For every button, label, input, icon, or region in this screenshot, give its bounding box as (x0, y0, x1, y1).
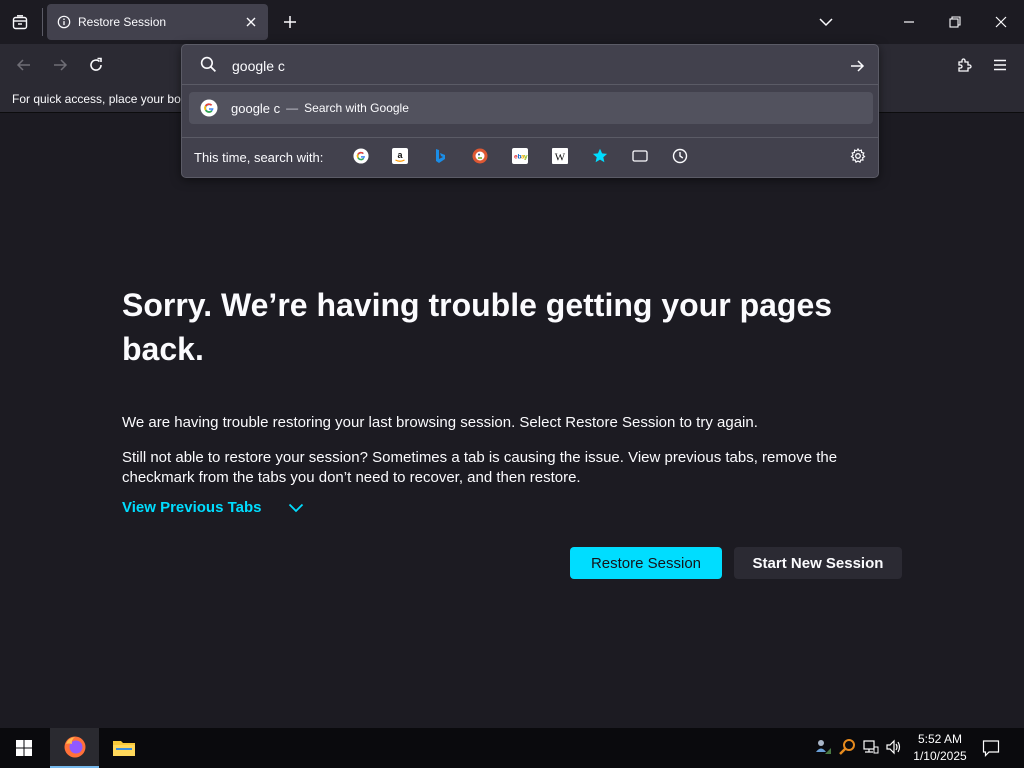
tabs-icon (632, 150, 648, 162)
back-arrow-icon (16, 59, 30, 71)
taskbar-clock[interactable]: 5:52 AM 1/10/2025 (905, 731, 975, 765)
back-button[interactable] (12, 53, 36, 77)
start-button[interactable] (0, 728, 48, 768)
urlbar (182, 45, 878, 85)
tray-volume-icon[interactable] (885, 738, 903, 756)
search-history-button[interactable] (670, 146, 690, 166)
restore-session-button[interactable]: Restore Session (570, 547, 722, 579)
page-title: Sorry. We’re having trouble getting your… (122, 287, 833, 367)
search-settings-button[interactable] (848, 146, 868, 166)
tab-close-button[interactable] (242, 13, 260, 31)
tab-restore-session[interactable]: Restore Session (47, 4, 268, 40)
ebay-icon: ebay (512, 148, 528, 164)
engine-duckduckgo-button[interactable] (470, 146, 490, 166)
list-all-tabs-button[interactable] (815, 11, 837, 33)
minimize-button[interactable] (895, 11, 923, 33)
duckduckgo-icon (472, 148, 488, 164)
urlbar-popup: google c — Search with Google This time,… (181, 44, 879, 178)
app-menu-button[interactable] (988, 53, 1012, 77)
info-icon (57, 15, 71, 29)
engine-amazon-button[interactable]: a (390, 146, 410, 166)
suggestion-description: Search with Google (304, 101, 409, 115)
tray-people-icon[interactable] (815, 738, 833, 756)
tray-search-key-icon[interactable] (838, 738, 856, 756)
wikipedia-icon: W (552, 148, 568, 164)
gear-icon (850, 148, 866, 163)
restore-window-button[interactable] (941, 11, 969, 33)
windows-logo-icon (16, 740, 32, 756)
tab-divider (42, 8, 43, 36)
new-tab-button[interactable] (279, 11, 301, 33)
view-previous-tabs-toggle[interactable]: View Previous Tabs (122, 499, 304, 516)
arrow-right-icon (851, 60, 865, 72)
tab-strip: Restore Session (0, 0, 1024, 44)
tab-manager-icon (12, 15, 28, 30)
close-icon (246, 17, 256, 27)
go-button[interactable] (846, 55, 868, 77)
google-icon (200, 99, 218, 120)
reload-button[interactable] (84, 53, 108, 77)
extensions-button[interactable] (952, 53, 976, 77)
history-icon (672, 148, 688, 164)
engine-ebay-button[interactable]: ebay (510, 146, 530, 166)
error-help-text: Still not able to restore your session? … (122, 449, 838, 486)
svg-text:y: y (524, 154, 528, 161)
notification-icon (982, 740, 1000, 757)
forward-button[interactable] (48, 53, 72, 77)
one-off-search-bar: This time, search with: (182, 137, 878, 177)
view-previous-tabs-label: View Previous Tabs (122, 499, 262, 516)
folder-icon (112, 741, 135, 756)
windows-taskbar (0, 728, 1024, 768)
reload-icon (90, 57, 102, 71)
clock-time: 5:52 AM (917, 732, 963, 746)
clock-date: 1/10/2025 (913, 749, 967, 763)
minimize-icon (904, 21, 914, 23)
close-icon (995, 16, 1007, 28)
error-page-content: Sorry. We’re having trouble getting your… (122, 283, 912, 488)
urlbar-input[interactable] (232, 56, 832, 76)
start-new-session-button[interactable]: Start New Session (734, 547, 902, 579)
taskbar-firefox-button[interactable] (50, 728, 99, 768)
close-window-button[interactable] (987, 11, 1015, 33)
suggestion-query: google c (231, 100, 281, 116)
action-center-button[interactable] (976, 728, 1006, 768)
engine-bing-button[interactable] (430, 146, 450, 166)
suggestion-separator: — (286, 101, 299, 115)
tab-list-button[interactable] (8, 11, 32, 33)
search-icon (200, 56, 217, 78)
forward-arrow-icon (54, 59, 68, 71)
firefox-icon (64, 736, 85, 758)
bing-icon (436, 149, 445, 163)
puzzle-icon (958, 58, 972, 72)
taskbar-file-explorer-button[interactable] (99, 728, 148, 768)
engine-google-button[interactable] (351, 146, 371, 166)
search-tabs-button[interactable] (630, 146, 650, 166)
tab-title: Restore Session (78, 15, 167, 29)
bookmarks-placeholder-text: For quick access, place your boo (12, 92, 188, 106)
hamburger-menu-icon (994, 59, 1006, 71)
tray-network-icon[interactable] (862, 738, 880, 756)
engine-wikipedia-button[interactable]: W (550, 146, 570, 166)
chevron-down-icon (288, 503, 303, 512)
error-description: We are having trouble restoring your las… (122, 414, 758, 431)
plus-icon (284, 16, 296, 28)
one-off-label: This time, search with: (194, 150, 324, 165)
search-bookmarks-button[interactable] (590, 146, 610, 166)
restore-window-icon (949, 16, 961, 28)
svg-text:W: W (555, 152, 566, 164)
chevron-down-icon (819, 18, 833, 27)
bookmarks-star-icon (592, 148, 608, 163)
amazon-icon: a (392, 148, 408, 164)
google-icon (353, 148, 369, 164)
search-suggestion-row[interactable]: google c — Search with Google (189, 92, 873, 124)
